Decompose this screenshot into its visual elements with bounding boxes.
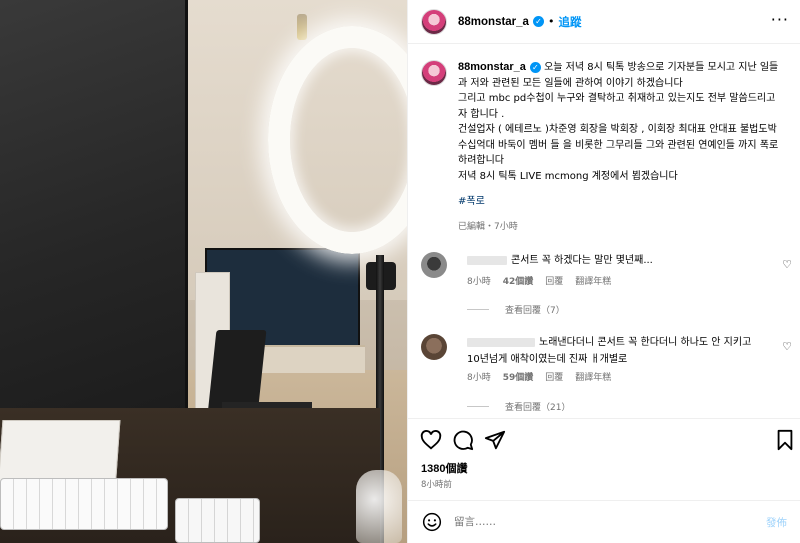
hashtag-link[interactable]: #폭로: [458, 194, 783, 210]
comment-input[interactable]: [454, 516, 766, 528]
glass-cup: [356, 470, 402, 543]
caption: 88monstar_a ✓ 오늘 저녁 8시 틱톡 방송으로 기자분들 모시고 지…: [458, 60, 783, 235]
comment-like-heart-icon[interactable]: ♡: [782, 258, 792, 271]
bookmark-icon[interactable]: [774, 429, 796, 451]
caption-block: 88monstar_a ✓ 오늘 저녁 8시 틱톡 방송으로 기자분들 모시고 지…: [421, 60, 791, 235]
avatar[interactable]: [421, 8, 447, 35]
caption-username[interactable]: 88monstar_a: [458, 61, 526, 73]
post-photo[interactable]: [0, 0, 407, 543]
caption-meta: 已編輯・7小時: [458, 221, 518, 232]
more-options-icon[interactable]: ···: [771, 12, 789, 28]
keyboard-right: [175, 498, 260, 543]
comment-translate-button[interactable]: 翻譯年糕: [575, 370, 611, 383]
comment-translate-button[interactable]: 翻譯年糕: [575, 274, 611, 287]
comment-likes[interactable]: 59個讚: [503, 370, 534, 383]
header-username[interactable]: 88monstar_a: [458, 16, 529, 28]
keyboard: [0, 478, 168, 530]
like-count[interactable]: 1380個讚: [421, 460, 467, 476]
comment-bar: 發佈: [408, 500, 800, 543]
comment-item: 콘서트 꼭 하겠다는 말만 몇년째... ♡ 8小時 42個讚 回覆 翻譯年糕 …: [421, 252, 796, 316]
comment-meta: 8小時 42個讚 回覆 翻譯年糕: [467, 274, 611, 287]
comment-reply-button[interactable]: 回覆: [545, 274, 563, 287]
comment-username-redacted[interactable]: [467, 255, 507, 265]
comment-avatar[interactable]: [421, 252, 447, 278]
paper-plane-icon[interactable]: [484, 429, 506, 451]
comment-time: 8小時: [467, 277, 491, 287]
post-header: 88monstar_a ✓ • 追蹤 ···: [408, 0, 800, 44]
post-time: 8小時前: [421, 480, 452, 490]
separator-dot: •: [547, 15, 555, 28]
emoji-icon[interactable]: [422, 512, 442, 532]
follow-button[interactable]: 追蹤: [558, 14, 581, 30]
comment-icon[interactable]: [452, 429, 474, 451]
ceiling-light: [297, 14, 307, 40]
heart-icon[interactable]: [420, 429, 442, 451]
comment-body: 콘서트 꼭 하겠다는 말만 몇년째...: [467, 252, 767, 269]
comment-meta: 8小時 59個讚 回覆 翻譯年糕: [467, 370, 611, 383]
comment-reply-button[interactable]: 回覆: [545, 370, 563, 383]
caption-avatar[interactable]: [421, 60, 447, 86]
monitor-back: [0, 0, 188, 417]
verified-badge-icon: ✓: [532, 16, 544, 27]
comment-time: 8小時: [467, 373, 491, 383]
post-actions-bar: [408, 418, 800, 458]
comment-body: 노래낸다더니 콘서트 꼭 한다더니 하나도 안 지키고 10년넘게 애착이였는데…: [467, 334, 767, 368]
comment-username-redacted[interactable]: [467, 337, 535, 347]
post-comment-button[interactable]: 發佈: [766, 515, 787, 530]
verified-badge-icon: ✓: [529, 62, 541, 73]
comment-item: 노래낸다더니 콘서트 꼭 한다더니 하나도 안 지키고 10년넘게 애착이였는데…: [421, 334, 796, 414]
caption-text: 오늘 저녁 8시 틱톡 방송으로 기자분들 모시고 지난 일들과 저와 관련된 …: [458, 62, 779, 182]
post-side-panel: 88monstar_a ✓ • 追蹤 ··· 88monstar_a ✓ 오늘 저…: [407, 0, 800, 543]
comment-likes[interactable]: 42個讚: [503, 274, 534, 287]
comment-like-heart-icon[interactable]: ♡: [782, 340, 792, 353]
comment-avatar[interactable]: [421, 334, 447, 360]
view-replies-button[interactable]: 查看回覆（7）: [467, 303, 565, 316]
view-replies-button[interactable]: 查看回覆（21）: [467, 400, 570, 413]
comment-text: 콘서트 꼭 하겠다는 말만 몇년째...: [511, 255, 653, 266]
